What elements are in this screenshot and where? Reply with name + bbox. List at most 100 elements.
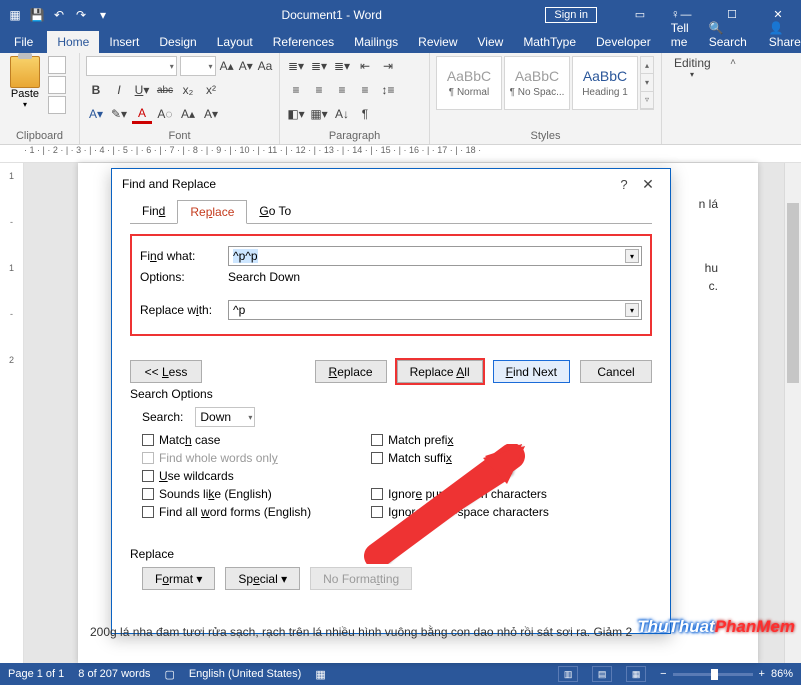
chevron-down-icon[interactable]: ▾	[625, 303, 639, 317]
subscript-button[interactable]: x₂	[178, 80, 198, 100]
styles-scroll[interactable]: ▴▾▿	[640, 56, 654, 110]
wildcards-checkbox[interactable]: Use wildcards	[142, 469, 311, 483]
status-spell-icon[interactable]: ▢	[164, 668, 174, 681]
style-heading1[interactable]: AaBbCHeading 1	[572, 56, 638, 110]
copy-icon[interactable]	[48, 76, 66, 94]
zoom-slider[interactable]	[673, 673, 753, 676]
scrollbar-thumb[interactable]	[787, 203, 799, 383]
tab-view[interactable]: View	[468, 31, 514, 53]
grow-a-icon[interactable]: A▴	[178, 104, 198, 124]
shrink-a-icon[interactable]: A▾	[201, 104, 221, 124]
font-size-combo[interactable]: ▾	[180, 56, 216, 76]
collapse-ribbon-icon[interactable]: ˄	[722, 53, 744, 144]
match-suffix-checkbox[interactable]: Match suffix	[371, 451, 549, 465]
bullets-icon[interactable]: ≣▾	[286, 56, 306, 76]
word-forms-checkbox[interactable]: Find all word forms (English)	[142, 505, 311, 519]
tab-home[interactable]: Home	[47, 31, 99, 53]
ignore-punct-checkbox[interactable]: Ignore punctuation characters	[371, 487, 549, 501]
cut-icon[interactable]	[48, 56, 66, 74]
superscript-button[interactable]: x²	[201, 80, 221, 100]
cancel-button[interactable]: Cancel	[580, 360, 652, 383]
align-center-icon[interactable]: ≡	[309, 80, 329, 100]
dialog-close-icon[interactable]: ✕	[636, 176, 660, 193]
web-layout-icon[interactable]: ▦	[626, 666, 646, 682]
tab-layout[interactable]: Layout	[207, 31, 263, 53]
borders-icon[interactable]: ▦▾	[309, 104, 329, 124]
tab-goto[interactable]: Go To	[247, 200, 303, 224]
tab-developer[interactable]: Developer	[586, 31, 661, 53]
format-painter-icon[interactable]	[48, 96, 66, 114]
zoom-in-icon[interactable]: +	[759, 668, 765, 680]
align-left-icon[interactable]: ≡	[286, 80, 306, 100]
tab-replace[interactable]: Replace	[177, 200, 247, 224]
vertical-ruler[interactable]: 1 - 1 - 2	[0, 163, 24, 663]
tab-mailings[interactable]: Mailings	[344, 31, 408, 53]
sort-icon[interactable]: A↓	[332, 104, 352, 124]
redo-icon[interactable]: ↷	[72, 6, 90, 24]
ribbon-options-icon[interactable]: ▭	[617, 0, 663, 29]
search[interactable]: 🔍 Search	[699, 17, 757, 53]
match-case-checkbox[interactable]: Match case	[142, 433, 311, 447]
underline-button[interactable]: U▾	[132, 80, 152, 100]
find-next-button[interactable]: Find Next	[493, 360, 570, 383]
zoom-out-icon[interactable]: −	[660, 668, 666, 680]
dialog-help-icon[interactable]: ?	[612, 177, 636, 192]
read-mode-icon[interactable]: ▥	[558, 666, 578, 682]
paste-button[interactable]: Paste ▾	[6, 56, 44, 114]
tab-design[interactable]: Design	[149, 31, 206, 53]
tab-find[interactable]: Find	[130, 200, 177, 224]
horizontal-ruler[interactable]: · 1 · | · 2 · | · 3 · | · 4 · | · 5 · | …	[0, 145, 801, 163]
strike-button[interactable]: abc	[155, 80, 175, 100]
tab-mathtype[interactable]: MathType	[513, 31, 586, 53]
tab-references[interactable]: References	[263, 31, 344, 53]
less-button[interactable]: << Less	[130, 360, 202, 383]
justify-icon[interactable]: ≡	[355, 80, 375, 100]
style-normal[interactable]: AaBbC¶ Normal	[436, 56, 502, 110]
ignore-space-checkbox[interactable]: Ignore white-space characters	[371, 505, 549, 519]
italic-button[interactable]: I	[109, 80, 129, 100]
bold-button[interactable]: B	[86, 80, 106, 100]
text-effects-icon[interactable]: A▾	[86, 104, 106, 124]
replace-all-button[interactable]: Replace All	[397, 360, 483, 383]
special-button[interactable]: Special ▾	[225, 567, 300, 590]
status-macro-icon[interactable]: ▦	[315, 668, 325, 681]
grow-font-icon[interactable]: A▴	[219, 56, 235, 76]
line-spacing-icon[interactable]: ↕≡	[378, 80, 398, 100]
search-direction-combo[interactable]: Down▾	[195, 407, 255, 427]
chevron-down-icon[interactable]: ▾	[625, 249, 639, 263]
multilevel-icon[interactable]: ≣▾	[332, 56, 352, 76]
status-language[interactable]: English (United States)	[189, 668, 302, 680]
align-right-icon[interactable]: ≡	[332, 80, 352, 100]
clear-formatting-icon[interactable]: A◌	[155, 104, 175, 124]
save-icon[interactable]: 💾	[28, 6, 46, 24]
tab-file[interactable]: File	[0, 31, 47, 53]
find-what-input[interactable]: ^p^p ▾	[228, 246, 642, 266]
shading-icon[interactable]: ◧▾	[286, 104, 306, 124]
share-button[interactable]: 👤 Share	[757, 17, 801, 53]
status-page[interactable]: Page 1 of 1	[8, 668, 64, 680]
highlight-icon[interactable]: ✎▾	[109, 104, 129, 124]
font-color-icon[interactable]: A	[132, 104, 152, 124]
match-prefix-checkbox[interactable]: Match prefix	[371, 433, 549, 447]
tab-insert[interactable]: Insert	[99, 31, 149, 53]
shrink-font-icon[interactable]: A▾	[238, 56, 254, 76]
change-case-icon[interactable]: Aa	[257, 56, 273, 76]
tab-review[interactable]: Review	[408, 31, 467, 53]
show-marks-icon[interactable]: ¶	[355, 104, 375, 124]
style-no-spacing[interactable]: AaBbC¶ No Spac...	[504, 56, 570, 110]
sign-in-button[interactable]: Sign in	[545, 7, 597, 23]
dialog-titlebar[interactable]: Find and Replace ? ✕	[112, 169, 670, 199]
font-family-combo[interactable]: ▾	[86, 56, 177, 76]
print-layout-icon[interactable]: ▤	[592, 666, 612, 682]
sounds-like-checkbox[interactable]: Sounds like (English)	[142, 487, 311, 501]
replace-button[interactable]: Replace	[315, 360, 387, 383]
styles-gallery[interactable]: AaBbC¶ Normal AaBbC¶ No Spac... AaBbCHea…	[436, 56, 655, 110]
tellme[interactable]: ♀ Tell me	[661, 3, 699, 53]
status-words[interactable]: 8 of 207 words	[78, 668, 150, 680]
qat-customize-icon[interactable]: ▾	[94, 6, 112, 24]
zoom-value[interactable]: 86%	[771, 668, 793, 680]
numbering-icon[interactable]: ≣▾	[309, 56, 329, 76]
increase-indent-icon[interactable]: ⇥	[378, 56, 398, 76]
editing-menu[interactable]: Editing ▾	[668, 56, 716, 79]
vertical-scrollbar[interactable]	[784, 163, 801, 663]
